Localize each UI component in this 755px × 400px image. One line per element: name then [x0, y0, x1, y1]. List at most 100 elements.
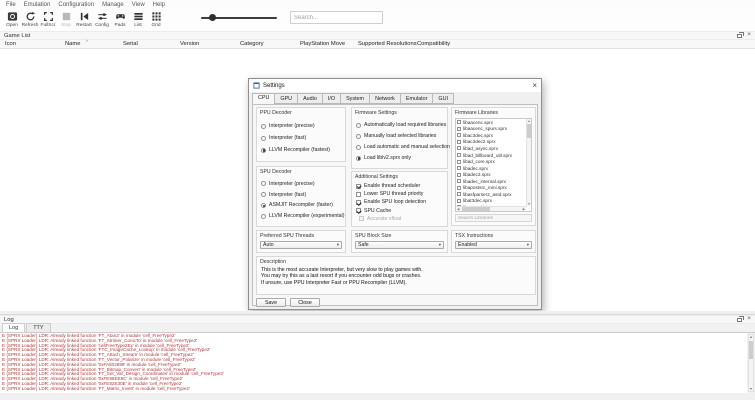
sort-indicator-icon	[86, 39, 88, 44]
scroll-right-icon[interactable]: ▶	[523, 207, 525, 211]
list-view-icon	[133, 11, 144, 22]
scroll-down-icon[interactable]: ▼	[749, 387, 752, 391]
additional-settings-checkbox[interactable]: SPU Cache	[356, 208, 447, 214]
toolbar-grid-button[interactable]: Grid	[147, 9, 165, 30]
library-name: libad_async.sprx	[463, 146, 498, 151]
column-header-name[interactable]: Name	[65, 41, 80, 47]
checkbox-icon	[356, 184, 361, 189]
column-header-psmove[interactable]: PlayStation Move	[300, 41, 345, 47]
settings-tab[interactable]: GPU	[274, 93, 298, 104]
menu-emulation[interactable]: Emulation	[20, 2, 55, 8]
close-icon[interactable]: ×	[747, 32, 751, 39]
checkbox-icon	[457, 192, 461, 196]
fullscreen-icon	[43, 11, 54, 22]
spu-decoder-radio[interactable]: Interpreter (fast)	[261, 192, 345, 198]
undock-icon[interactable]	[737, 318, 742, 322]
column-header-serial[interactable]: Serial	[123, 41, 138, 47]
settings-tab[interactable]: I/O	[322, 93, 341, 104]
toolbar-list-button[interactable]: List	[129, 9, 147, 30]
scroll-left-icon[interactable]: ◀	[457, 207, 459, 211]
column-header-icon[interactable]: Icon	[5, 41, 16, 47]
settings-tab[interactable]: System	[340, 93, 370, 104]
firmware-settings-radio[interactable]: Automatically load required libraries	[356, 122, 447, 128]
search-input[interactable]	[290, 11, 383, 24]
additional-settings-checkbox[interactable]: Lower SPU thread priority	[356, 191, 447, 197]
checkbox-icon	[457, 153, 461, 157]
ppu-decoder-group: PPU Decoder Interpreter (precise) Interp…	[256, 107, 346, 162]
checkbox-icon	[457, 173, 461, 177]
settings-tab[interactable]: Audio	[297, 93, 323, 104]
tsx-instructions-select[interactable]: Enabled ▾	[455, 241, 532, 249]
scrollbar-thumb[interactable]	[749, 341, 753, 359]
toolbar-fullscreen-button[interactable]: FullScr	[39, 9, 57, 30]
menu-configuration[interactable]: Configuration	[54, 2, 98, 8]
window-bottom-strip	[0, 393, 755, 400]
menu-file[interactable]: File	[2, 2, 20, 8]
scroll-up-icon[interactable]: ▲	[749, 335, 752, 339]
toolbar-refresh-button[interactable]: Refresh	[21, 9, 39, 30]
scrollbar-thumb[interactable]	[527, 124, 531, 138]
scroll-up-icon[interactable]: ▲	[528, 119, 531, 123]
checkbox-icon	[457, 120, 461, 124]
toolbar-pads-button[interactable]: Pads	[111, 9, 129, 30]
log-output[interactable]: E {SPRX Loader} LDR: Already linked func…	[0, 333, 747, 393]
toolbar-grid-label: Grid	[151, 23, 160, 28]
library-search-input[interactable]	[455, 214, 532, 222]
toolbar-config-button[interactable]: Config	[93, 9, 111, 30]
firmware-settings-radio[interactable]: Load liblv2.sprx only	[356, 155, 447, 161]
firmware-library-list[interactable]: libaacenc.sprx libaacenc_spurs.sprx liba…	[455, 118, 532, 212]
settings-tab[interactable]: GUI	[432, 93, 454, 104]
slider-handle[interactable]	[209, 14, 216, 21]
toolbar-config-label: Config	[95, 23, 109, 28]
close-icon[interactable]: ×	[747, 316, 751, 323]
open-icon	[7, 11, 18, 22]
scroll-down-icon[interactable]: ▼	[528, 202, 531, 206]
spu-decoder-radio[interactable]: Interpreter (precise)	[261, 181, 345, 187]
dialog-close-icon[interactable]: ×	[532, 82, 537, 90]
spu-decoder-radio[interactable]: ASMJIT Recompiler (faster)	[261, 202, 345, 208]
description-text: If unsure, use PPU Interpreter Fast or P…	[257, 280, 535, 286]
additional-settings-checkbox[interactable]: Accurate xfloat	[359, 216, 447, 222]
icon-size-slider[interactable]	[201, 12, 277, 24]
menu-manage[interactable]: Manage	[98, 2, 128, 8]
ppu-decoder-radio[interactable]: Interpreter (fast)	[261, 135, 345, 141]
tab-log[interactable]: Log	[2, 323, 25, 332]
settings-tab[interactable]: CPU	[252, 93, 275, 105]
menu-view[interactable]: View	[128, 2, 149, 8]
scrollbar-thumb[interactable]	[462, 207, 490, 211]
save-button[interactable]: Save	[256, 298, 286, 307]
toolbar-pads-label: Pads	[115, 23, 126, 28]
close-button[interactable]: Close	[290, 298, 320, 307]
firmware-settings-radio[interactable]: Manually load selected libraries	[356, 133, 447, 139]
firmware-libraries-group: Firmware Libraries libaacenc.sprx	[451, 107, 536, 226]
toolbar-open-button[interactable]: Open	[3, 9, 21, 30]
checkbox-icon	[457, 133, 461, 137]
column-header-compatibility[interactable]: Compatibility	[417, 41, 450, 47]
checkbox-icon	[457, 160, 461, 164]
spu-block-size-select[interactable]: Safe ▾	[355, 241, 444, 249]
spu-block-size-group: SPU Block Size Safe ▾	[351, 230, 448, 253]
additional-settings-checkbox[interactable]: Enable SPU loop detection	[356, 199, 447, 205]
library-name: libaacenc.sprx	[463, 120, 493, 125]
menu-help[interactable]: Help	[149, 2, 169, 8]
library-name: libac3dec.sprx	[463, 133, 493, 138]
settings-tab[interactable]: Emulator	[400, 93, 434, 104]
tab-tty[interactable]: TTY	[26, 323, 50, 332]
checkbox-icon	[457, 199, 461, 203]
ppu-decoder-radio[interactable]: Interpreter (precise)	[261, 123, 345, 129]
undock-icon[interactable]	[737, 34, 742, 38]
column-header-category[interactable]: Category	[240, 41, 264, 47]
column-header-version[interactable]: Version	[180, 41, 199, 47]
spu-decoder-radio[interactable]: LLVM Recompiler (experimental)	[261, 213, 345, 219]
settings-dialog-titlebar[interactable]: Settings ×	[249, 79, 541, 92]
checkbox-icon	[457, 127, 461, 131]
ppu-decoder-radio[interactable]: LLVM Recompiler (fastest)	[261, 147, 345, 153]
firmware-settings-radio[interactable]: Load automatic and manual selection	[356, 144, 447, 150]
preferred-spu-threads-select[interactable]: Auto ▾	[260, 241, 342, 249]
column-header-resolutions[interactable]: Supported Resolutions	[358, 41, 417, 47]
toolbar-restart-button[interactable]: Restart	[75, 9, 93, 30]
additional-settings-checkbox[interactable]: Enable thread scheduler	[356, 183, 447, 189]
settings-tab[interactable]: Network	[369, 93, 401, 104]
radio-label: Interpreter (precise)	[269, 181, 315, 187]
checkbox-icon	[356, 200, 361, 205]
